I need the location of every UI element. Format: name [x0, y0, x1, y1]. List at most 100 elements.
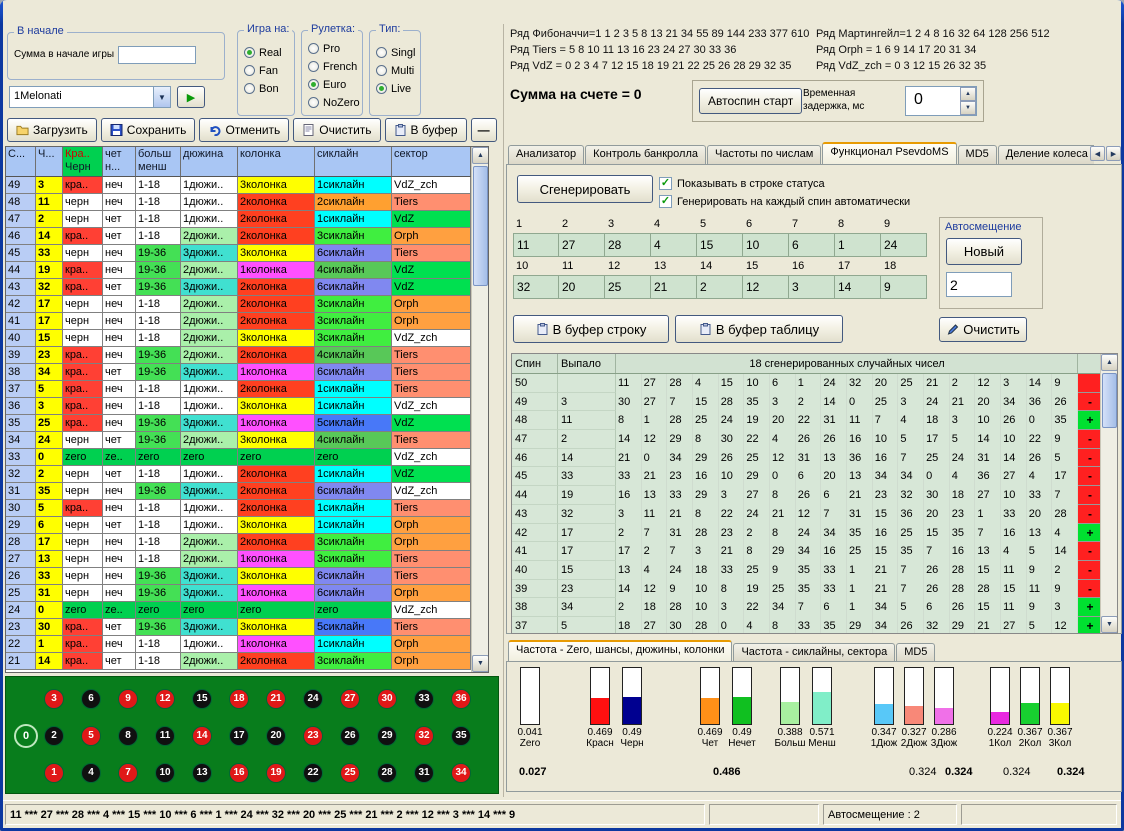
roulette-number[interactable]: 5 — [81, 726, 101, 746]
spinner-down-icon[interactable]: ▼ — [960, 101, 976, 115]
scrollbar-thumb[interactable] — [473, 166, 488, 286]
history-row[interactable]: 330zeroze..zerozerozerozeroVdZ_zch — [6, 449, 488, 466]
history-row[interactable]: 3135черннеч19-363дюжи..2колонка6сиклайнV… — [6, 483, 488, 500]
copy-row-button[interactable]: В буфер строку — [513, 315, 669, 343]
history-row[interactable]: 4015черннеч1-182дюжи..3колонка3сиклайнVd… — [6, 330, 488, 347]
tab-Частоты по числам[interactable]: Частоты по числам — [707, 145, 821, 164]
tab-Анализатор[interactable]: Анализатор — [508, 145, 584, 164]
gen-table-row[interactable]: 411717273218293416251535716134514- — [512, 542, 1117, 561]
gen-table-row[interactable]: 50112728415106124322025212123149 — [512, 374, 1117, 393]
gen-table-row[interactable]: 4811812825241920223111741831026035+ — [512, 411, 1117, 430]
history-row[interactable]: 2817черннеч1-182дюжи..2колонка3сиклайнOr… — [6, 534, 488, 551]
scroll-down-icon[interactable]: ▼ — [472, 655, 489, 672]
collapse-button[interactable]: — — [471, 118, 497, 142]
roulette-number[interactable]: 8 — [118, 726, 138, 746]
roulette-number[interactable]: 31 — [414, 763, 434, 783]
history-row[interactable]: 3424чернчет19-362дюжи..3колонка4сиклайнT… — [6, 432, 488, 449]
delay-spinner[interactable]: 0 ▲ ▼ — [905, 86, 977, 116]
tab-scroll-left[interactable]: ◀ — [1090, 146, 1105, 161]
roulette-number[interactable]: 32 — [414, 726, 434, 746]
freq-tab-MD5[interactable]: MD5 — [896, 643, 935, 662]
load-button[interactable]: Загрузить — [7, 118, 97, 142]
freq-tab-Частота - сиклайны, сектора[interactable]: Частота - сиклайны, сектора — [733, 643, 895, 662]
combo-dropdown-button[interactable]: ▼ — [154, 86, 171, 108]
tab-Деление колеса на[interactable]: Деление колеса на — [998, 145, 1094, 164]
history-row[interactable]: 240zeroze..zerozerozerozeroVdZ_zch — [6, 602, 488, 619]
history-row[interactable]: 3834кра..чет19-363дюжи..1колонка6сиклайн… — [6, 364, 488, 381]
copy-buffer-button[interactable]: В буфер — [385, 118, 467, 142]
save-button[interactable]: Сохранить — [101, 118, 196, 142]
roulette-number[interactable]: 35 — [451, 726, 471, 746]
generated-table-scrollbar[interactable]: ▲ ▼ — [1100, 354, 1117, 633]
spinner-up-icon[interactable]: ▲ — [960, 87, 976, 101]
roulette-number[interactable]: 16 — [229, 763, 249, 783]
new-button[interactable]: Новый — [946, 238, 1022, 265]
roulette-number[interactable]: 14 — [192, 726, 212, 746]
tab-scroll-right[interactable]: ▶ — [1106, 146, 1121, 161]
roulette-number[interactable]: 23 — [303, 726, 323, 746]
roulette-number[interactable]: 9 — [118, 689, 138, 709]
history-row[interactable]: 305кра..неч1-181дюжи..2колонка1сиклайнTi… — [6, 500, 488, 517]
tab-Контроль банкролла[interactable]: Контроль банкролла — [585, 145, 706, 164]
history-row[interactable]: 296чернчет1-181дюжи..3колонка1сиклайнOrp… — [6, 517, 488, 534]
roulette-zero[interactable]: 0 — [14, 724, 38, 748]
roulette-number[interactable]: 36 — [451, 689, 471, 709]
history-scrollbar[interactable]: ▲ ▼ — [471, 147, 488, 672]
radio-live[interactable]: Live — [376, 80, 420, 97]
roulette-number[interactable]: 12 — [155, 689, 175, 709]
history-row[interactable]: 4332кра..чет19-363дюжи..2колонка6сиклайн… — [6, 279, 488, 296]
scroll-up-icon[interactable]: ▲ — [1101, 354, 1118, 371]
roulette-number[interactable]: 24 — [303, 689, 323, 709]
roulette-number[interactable]: 26 — [340, 726, 360, 746]
history-row[interactable]: 4217черннеч1-182дюжи..2колонка3сиклайнOr… — [6, 296, 488, 313]
history-row[interactable]: 322чернчет1-181дюжи..2колонка1сиклайнVdZ — [6, 466, 488, 483]
clear-button[interactable]: Очистить — [293, 118, 380, 142]
history-row[interactable]: 221кра..неч1-181дюжи..1колонка1сиклайнOr… — [6, 636, 488, 653]
gen-table-row[interactable]: 4217273128232824343516251535716134+ — [512, 524, 1117, 543]
gen-table-row[interactable]: 45333321231610290620133434043627417- — [512, 467, 1117, 486]
roulette-number[interactable]: 20 — [266, 726, 286, 746]
gen-table-row[interactable]: 4721412298302242626161051751410229- — [512, 430, 1117, 449]
scrollbar-thumb[interactable] — [1102, 373, 1117, 428]
roulette-number[interactable]: 4 — [81, 763, 101, 783]
history-row[interactable]: 2114кра..чет1-182дюжи..2колонка3сиклайнO… — [6, 653, 488, 670]
history-row[interactable]: 4614кра..чет1-182дюжи..2колонка3сиклайнO… — [6, 228, 488, 245]
radio-fan[interactable]: Fan — [244, 62, 294, 79]
roulette-number[interactable]: 25 — [340, 763, 360, 783]
history-row[interactable]: 4419кра..неч19-362дюжи..1колонка4сиклайн… — [6, 262, 488, 279]
history-row[interactable]: 2330кра..чет19-363дюжи..3колонка5сиклайн… — [6, 619, 488, 636]
radio-real[interactable]: Real — [244, 44, 294, 61]
roulette-number[interactable]: 13 — [192, 763, 212, 783]
copy-table-button[interactable]: В буфер таблицу — [675, 315, 843, 343]
gen-table-row[interactable]: 433231121822242112731153620231332028- — [512, 505, 1117, 524]
radio-french[interactable]: French — [308, 58, 362, 75]
gen-table-row[interactable]: 37518273028048333529342632292127512+ — [512, 617, 1117, 634]
tab-Функционал PsevdoMS[interactable]: Функционал PsevdoMS — [822, 142, 956, 164]
roulette-number[interactable]: 3 — [44, 689, 64, 709]
checkbox-show-in-status[interactable]: ✓ Показывать в строке статуса — [659, 177, 825, 190]
history-row[interactable]: 4533черннеч19-363дюжи..3колонка6сиклайнT… — [6, 245, 488, 262]
history-row[interactable]: 375кра..неч1-181дюжи..2колонка1сиклайнTi… — [6, 381, 488, 398]
roulette-number[interactable]: 34 — [451, 763, 471, 783]
gen-table-row[interactable]: 4933027715283532140253242120343626- — [512, 393, 1117, 412]
roulette-number[interactable]: 29 — [377, 726, 397, 746]
radio-singl[interactable]: Singl — [376, 44, 420, 61]
roulette-number[interactable]: 17 — [229, 726, 249, 746]
gen-table-row[interactable]: 441916133329327826621233230182710337- — [512, 486, 1117, 505]
radio-euro[interactable]: Euro — [308, 76, 362, 93]
roulette-number[interactable]: 19 — [266, 763, 286, 783]
clear-generated-button[interactable]: Очистить — [939, 317, 1027, 342]
roulette-number[interactable]: 33 — [414, 689, 434, 709]
history-row[interactable]: 472чернчет1-181дюжи..2колонка1сиклайнVdZ — [6, 211, 488, 228]
checkbox-generate-each-spin[interactable]: ✓ Генерировать на каждый спин автоматиче… — [659, 195, 910, 208]
history-row[interactable]: 3525кра..неч19-363дюжи..1колонка5сиклайн… — [6, 415, 488, 432]
play-button[interactable]: ▶ — [177, 86, 205, 108]
history-row[interactable]: 4117черннеч1-182дюжи..2колонка3сиклайнOr… — [6, 313, 488, 330]
history-row[interactable]: 4811черннеч1-181дюжи..2колонка2сиклайнTi… — [6, 194, 488, 211]
roulette-number[interactable]: 22 — [303, 763, 323, 783]
scroll-down-icon[interactable]: ▼ — [1101, 616, 1118, 633]
history-row[interactable]: 3923кра..неч19-362дюжи..2колонка4сиклайн… — [6, 347, 488, 364]
radio-bon[interactable]: Bon — [244, 80, 294, 97]
roulette-number[interactable]: 18 — [229, 689, 249, 709]
roulette-number[interactable]: 2 — [44, 726, 64, 746]
